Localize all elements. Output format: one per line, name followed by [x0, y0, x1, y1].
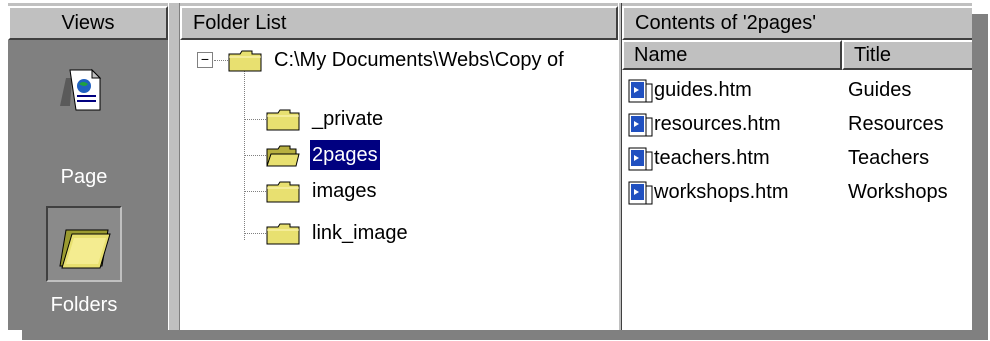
contents-header: Contents of '2pages'	[622, 6, 972, 40]
web-page-file-icon	[628, 113, 653, 137]
folder-icon	[266, 109, 300, 131]
contents-pane: Contents of '2pages' Name Title guides.h…	[622, 6, 972, 330]
folder-icon	[228, 50, 262, 72]
file-title: Teachers	[848, 147, 930, 169]
file-title: Workshops	[848, 181, 948, 203]
column-headers: Name Title	[622, 40, 972, 70]
file-row[interactable]: guides.htm Guides	[622, 72, 972, 108]
open-folder-icon	[266, 145, 300, 167]
tree-item-label: _private	[312, 108, 384, 130]
web-page-file-icon	[628, 181, 653, 205]
views-splitter[interactable]	[168, 3, 180, 330]
file-name: guides.htm	[654, 79, 752, 101]
folder-tree: − C:\My Documents\Webs\Copy of _private …	[180, 40, 618, 330]
tree-connector	[244, 155, 266, 156]
file-name: workshops.htm	[654, 181, 789, 203]
tree-item-label: link_image	[312, 222, 408, 244]
view-folders-label: Folders	[50, 294, 118, 316]
folder-icon	[266, 181, 300, 203]
file-name: resources.htm	[654, 113, 781, 135]
web-page-file-icon	[628, 147, 653, 171]
tree-connector	[214, 60, 228, 61]
tree-item-label: images	[312, 180, 377, 202]
tree-connector	[244, 233, 266, 234]
view-page-label: Page	[60, 166, 108, 188]
tree-collapse-toggle[interactable]: −	[197, 52, 213, 68]
web-page-file-icon	[628, 79, 653, 103]
folder-list-pane: Folder List − C:\My Documents\Webs\Copy …	[180, 6, 618, 330]
folder-icon	[266, 223, 300, 245]
column-header-title[interactable]: Title	[842, 40, 972, 70]
view-page-button[interactable]: Page	[46, 48, 122, 188]
file-row[interactable]: resources.htm Resources	[622, 106, 972, 142]
tree-connector	[244, 68, 245, 240]
tree-item-label: 2pages	[310, 140, 380, 170]
page-icon	[60, 68, 102, 111]
file-row[interactable]: workshops.htm Workshops	[622, 174, 972, 210]
views-header: Views	[8, 6, 168, 40]
app-window: Views Page Folders Folder List − C:\My D…	[8, 3, 972, 330]
file-row[interactable]: teachers.htm Teachers	[622, 140, 972, 176]
tree-connector	[244, 191, 266, 192]
file-title: Resources	[848, 113, 944, 135]
folders-icon	[59, 229, 111, 269]
tree-connector	[244, 119, 266, 120]
file-name: teachers.htm	[654, 147, 770, 169]
views-bar: Views Page Folders	[8, 6, 168, 330]
tree-root-label: C:\My Documents\Webs\Copy of	[274, 49, 564, 71]
view-folders-button[interactable]: Folders	[46, 206, 122, 316]
column-header-name[interactable]: Name	[622, 40, 842, 70]
file-title: Guides	[848, 79, 912, 101]
folder-list-header: Folder List	[180, 6, 618, 40]
